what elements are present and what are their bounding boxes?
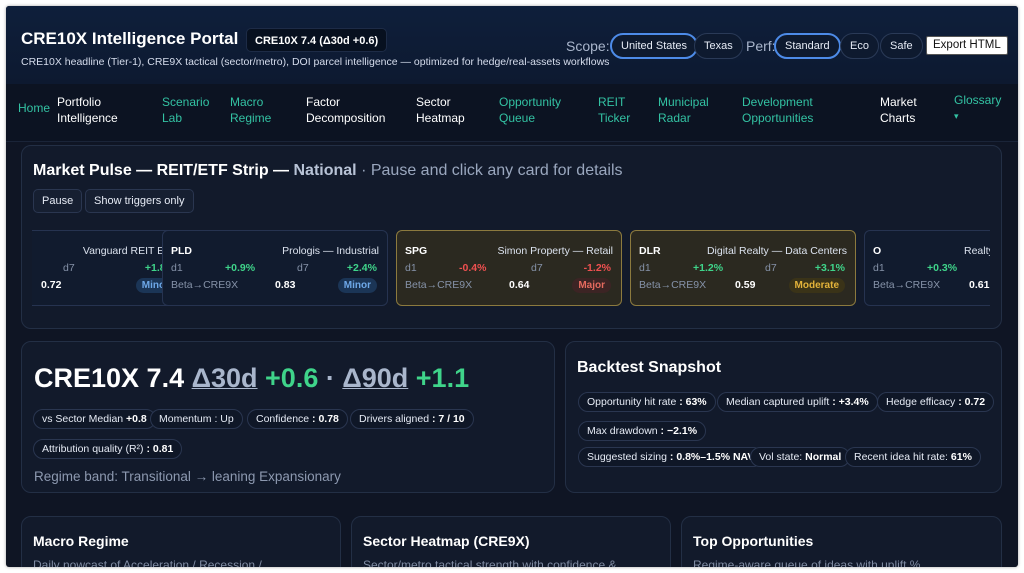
brand-title: CRE10X Intelligence Portal (21, 29, 239, 48)
severity-badge: Moderate (788, 278, 845, 293)
reit-strip[interactable]: Vanguard REIT ETF d7 +1.8% 0.72 Minor PL… (32, 226, 990, 314)
metric-chip: Max drawdown : −2.1% (578, 421, 707, 441)
severity-badge: Major (572, 278, 611, 293)
nav-portfolio-intelligence[interactable]: Portfolio Intelligence (57, 94, 118, 126)
nav-home[interactable]: Home (18, 100, 50, 116)
chevron-down-icon: ▾ (954, 111, 959, 121)
nav-factor-decomposition[interactable]: Factor Decomposition (306, 94, 385, 126)
nav-municipal-radar[interactable]: Municipal Radar (658, 94, 709, 126)
metric-chip: Drivers aligned : 7 / 10 (350, 409, 474, 429)
cre10x-headline: CRE10X 7.4 Δ30d +0.6 · Δ90d +1.1 (34, 363, 470, 393)
severity-badge: Minor (337, 278, 377, 293)
perf-label: Perf: (746, 38, 776, 54)
backtest-title: Backtest Snapshot (577, 359, 722, 376)
score-badge: CRE10X 7.4 (Δ30d +0.6) (246, 28, 388, 52)
nav-sector-heatmap[interactable]: Sector Heatmap (416, 94, 465, 126)
top-opportunities-card[interactable]: Top Opportunities Regime-aware queue of … (681, 516, 1002, 567)
nav-glossary[interactable]: Glossary ▾ (954, 92, 1001, 124)
regime-band: Regime band: Transitional → leaning Expa… (34, 469, 341, 484)
export-html-button[interactable]: Export HTML (926, 36, 1008, 55)
metric-chip: Median captured uplift : +3.4% (717, 392, 878, 412)
metric-chip: Hedge efficacy : 0.72 (877, 392, 995, 412)
macro-regime-card[interactable]: Macro Regime Daily nowcast of Accelerati… (21, 516, 341, 567)
metric-chip: Opportunity hit rate : 63% (578, 392, 716, 412)
perf-eco-button[interactable]: Eco (840, 33, 879, 59)
scope-texas-button[interactable]: Texas (694, 33, 743, 59)
header-subtitle: CRE10X headline (Tier-1), CRE9X tactical… (21, 56, 610, 68)
nav-opportunity-queue[interactable]: Opportunity Queue (499, 94, 561, 126)
perf-standard-button[interactable]: Standard (774, 33, 841, 59)
perf-safe-button[interactable]: Safe (880, 33, 923, 59)
reit-card[interactable]: SPG Simon Property — Retail d1 -0.4% d7 … (396, 230, 622, 306)
header: CRE10X Intelligence Portal CRE10X 7.4 (Δ… (6, 6, 1018, 84)
sector-heatmap-card[interactable]: Sector Heatmap (CRE9X) Sector/metro tact… (351, 516, 671, 567)
metric-chip: Suggested sizing : 0.8%–1.5% NAV (578, 447, 764, 467)
market-pulse-panel: Market Pulse — REIT/ETF Strip — National… (21, 145, 1002, 329)
metric-chip: Vol state: Normal (750, 447, 851, 467)
reit-card[interactable]: O Realty d1 +0.3% Beta→CRE9X 0.61 (864, 230, 990, 306)
metric-chip: Momentum : Up (150, 409, 243, 429)
app-window: CRE10X Intelligence Portal CRE10X 7.4 (Δ… (6, 6, 1018, 567)
backtest-panel: Backtest Snapshot Opportunity hit rate :… (565, 341, 1002, 493)
metric-chip: Confidence : 0.78 (247, 409, 348, 429)
nav-macro-regime[interactable]: Macro Regime (230, 94, 271, 126)
metric-chip: Attribution quality (R²) : 0.81 (33, 439, 183, 459)
scope-united-states-button[interactable]: United States (610, 33, 699, 59)
metric-chip: vs Sector Median +0.8 (33, 409, 156, 429)
pause-button[interactable]: Pause (33, 189, 83, 213)
nav-development-opportunities[interactable]: Development Opportunities (742, 94, 813, 126)
nav-reit-ticker[interactable]: REIT Ticker (598, 94, 630, 126)
cre10x-panel: CRE10X 7.4 Δ30d +0.6 · Δ90d +1.1 vs Sect… (21, 341, 555, 493)
scope-label: Scope: (566, 38, 610, 54)
market-pulse-title: Market Pulse — REIT/ETF Strip — National… (33, 162, 623, 179)
reit-card[interactable]: DLR Digital Realty — Data Centers d1 +1.… (630, 230, 856, 306)
metric-chip: Recent idea hit rate: 61% (845, 447, 981, 467)
nav-market-charts[interactable]: Market Charts (880, 94, 917, 126)
show-triggers-only-button[interactable]: Show triggers only (85, 189, 194, 213)
main-nav: Home Portfolio Intelligence Scenario Lab M… (6, 84, 1018, 142)
nav-scenario-lab[interactable]: Scenario Lab (162, 94, 209, 126)
reit-card[interactable]: PLD Prologis — Industrial d1 +0.9% d7 +2… (162, 230, 388, 306)
